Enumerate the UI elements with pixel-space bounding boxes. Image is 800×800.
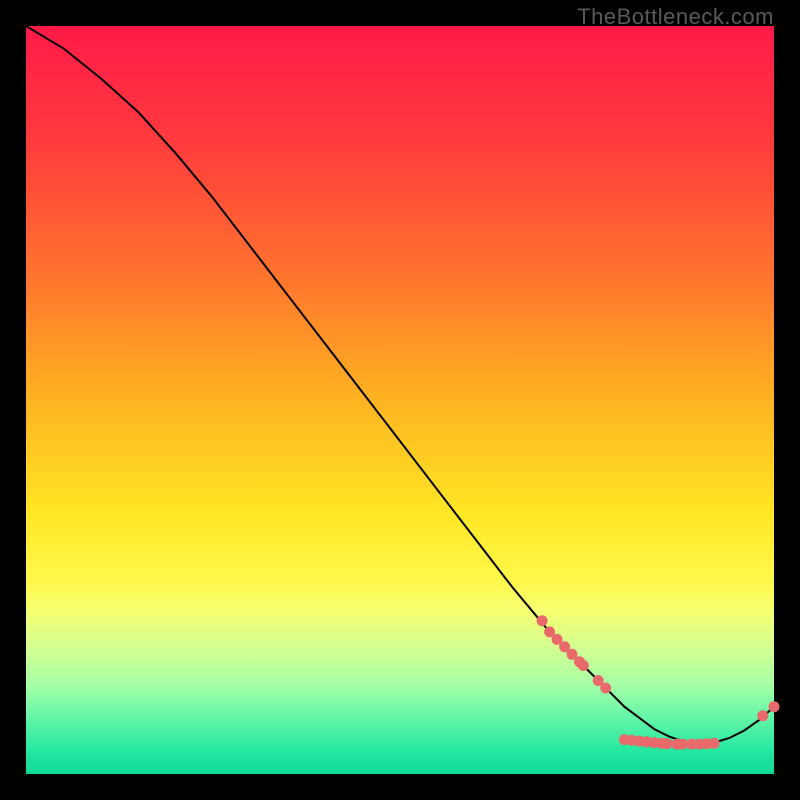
data-dot [578,660,589,671]
plot-area [26,26,774,774]
watermark-text: TheBottleneck.com [577,4,774,30]
data-dot [600,683,611,694]
data-dot [757,710,768,721]
chart-svg [26,26,774,774]
gradient-rect [26,26,774,774]
data-dot [769,701,780,712]
data-dot [537,615,548,626]
data-dot [662,738,673,749]
page-root: TheBottleneck.com [0,0,800,800]
data-dot [709,738,720,749]
